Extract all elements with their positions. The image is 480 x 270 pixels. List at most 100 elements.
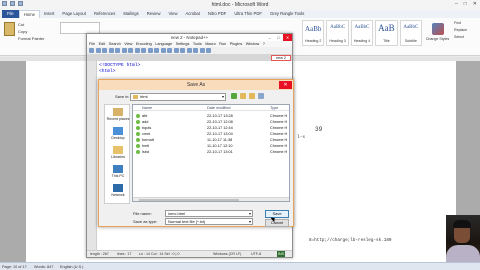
save-icon[interactable] (102, 48, 107, 53)
close-button[interactable]: ✕ (473, 1, 477, 7)
save-button[interactable]: Save (265, 210, 289, 218)
select-button[interactable]: Select (454, 34, 478, 41)
print-icon[interactable] (121, 48, 127, 53)
place-recent[interactable]: Recent places (105, 108, 131, 121)
notepad-close-button[interactable]: ✕ (283, 34, 292, 41)
maximize-button[interactable]: □ (464, 1, 467, 7)
tab-references[interactable]: References (90, 10, 119, 18)
place-libraries[interactable]: Libraries (105, 146, 131, 159)
open-file-icon[interactable] (95, 48, 101, 53)
style-heading-2[interactable]: AaBb Heading 2 (302, 20, 325, 46)
network-icon (113, 184, 123, 192)
notepad-maximize-button[interactable]: □ (274, 34, 283, 41)
tab-page-layout[interactable]: Page Layout (58, 10, 90, 18)
paste-icon[interactable] (141, 48, 146, 53)
change-styles-label: Change Styles (425, 37, 450, 41)
tab-ultra-thin-pdf[interactable]: Ultra Thin PDF (230, 10, 266, 18)
paste-icon[interactable] (4, 22, 15, 36)
style-subtitle[interactable]: AaBbC Subtitle (399, 20, 423, 46)
document-text: 8=http;//charge;lb-resleg-sk.180 (309, 238, 392, 243)
cut-button[interactable]: Cut (18, 22, 24, 27)
style-title[interactable]: AaB Title (375, 20, 398, 46)
style-heading-4[interactable]: AaBbC Heading 4 (350, 20, 374, 46)
place-this-pc[interactable]: This PC (105, 165, 131, 178)
chrome-html-file-icon (136, 144, 140, 148)
language-indicator[interactable]: English (U.S.) (60, 265, 83, 269)
word-count[interactable]: Words: 847 (34, 265, 53, 269)
column-name[interactable]: Name (142, 105, 152, 111)
up-folder-icon[interactable] (240, 93, 246, 99)
tab-grey-rangle-tools[interactable]: Grey Rangle Tools (266, 10, 308, 18)
folder-icon (133, 94, 138, 99)
chevron-down-icon: ▾ (221, 94, 224, 99)
column-type[interactable]: Type (270, 105, 278, 111)
replace-icon[interactable] (167, 48, 172, 53)
file-row[interactable]: lsbd 22-10-17 13:01 Chrome H (133, 149, 289, 155)
zoom-out-icon[interactable] (180, 48, 185, 53)
new-folder-icon[interactable] (249, 93, 255, 99)
new-file-icon[interactable] (89, 48, 94, 53)
column-date-modified[interactable]: Date modified (207, 105, 230, 111)
line-number-gutter (87, 61, 97, 252)
eol-indicator: Windows (CR LF) (213, 252, 242, 256)
replace-button[interactable]: Replace (454, 27, 478, 34)
file-date: 22-10-17 13:01 (207, 150, 233, 154)
style-name: Heading 4 (353, 39, 371, 43)
save-all-icon[interactable] (108, 48, 114, 53)
tab-nitro-pdf[interactable]: Nitro PDF (204, 10, 230, 18)
indent-guide-icon[interactable] (193, 48, 198, 53)
save-as-dialog: Save As ✕ Save in: html ▾ Recent places … (98, 79, 294, 227)
tab-mailings[interactable]: Mailings (119, 10, 142, 18)
dialog-close-button[interactable]: ✕ (279, 81, 292, 89)
save-in-dropdown[interactable]: html ▾ (130, 93, 226, 101)
clipboard-group: Cut Copy Format Painter (2, 20, 58, 54)
tab-file[interactable]: File (2, 10, 19, 18)
style-heading-3[interactable]: AaBbC Heading 3 (326, 20, 349, 46)
close-file-icon[interactable] (115, 48, 120, 53)
place-label: Desktop (111, 136, 125, 140)
chrome-html-file-icon (136, 132, 140, 136)
copy-button[interactable]: Copy (18, 29, 27, 34)
styles-gallery: AaBb Heading 2 AaBbC Heading 3 AaBbC Hea… (302, 20, 423, 54)
tab-acrobat[interactable]: Acrobat (181, 10, 203, 18)
horizontal-scrollbar[interactable] (133, 197, 289, 201)
style-name: Subtitle (404, 39, 417, 43)
chevron-down-icon[interactable]: ▾ (249, 211, 251, 216)
cut-icon[interactable] (128, 48, 133, 53)
record-macro-icon[interactable] (199, 48, 205, 53)
page-count[interactable]: Page: 10 of 17 (2, 265, 27, 269)
zoom-in-icon[interactable] (173, 48, 179, 53)
change-styles-button[interactable]: Change Styles (425, 20, 450, 54)
play-macro-icon[interactable] (206, 48, 211, 53)
format-painter-button[interactable]: Format Painter (18, 36, 44, 41)
chrome-html-file-icon (136, 138, 140, 142)
find-button[interactable]: Find (454, 20, 478, 27)
webcam-overlay (446, 215, 480, 262)
redo-icon[interactable] (154, 48, 159, 53)
minimize-button[interactable]: – (455, 1, 458, 7)
style-preview: AaBbC (403, 25, 419, 30)
wrap-icon[interactable] (186, 48, 192, 53)
view-menu-icon[interactable] (258, 93, 264, 99)
back-icon[interactable] (231, 93, 237, 99)
cursor-position: Ln : 14 Col : 14 Sel : 0 | 0 (139, 252, 180, 256)
place-network[interactable]: Network (105, 184, 131, 197)
style-preview: AaBbC (354, 25, 370, 30)
encoding-indicator: UTF-8 (251, 252, 262, 256)
word-window-title: html.doc - Microsoft Word (211, 2, 269, 8)
libraries-icon (113, 146, 123, 154)
cancel-button[interactable]: Cancel (265, 219, 289, 227)
file-name-field[interactable]: iomc.html ▾ (165, 210, 253, 217)
find-icon[interactable] (160, 48, 166, 53)
scrollbar-thumb[interactable] (139, 199, 239, 201)
tab-view[interactable]: View (164, 10, 181, 18)
editing-group: Find Replace Select (452, 20, 478, 54)
save-as-type-dropdown[interactable]: Normal text file (*.txt) ▾ (165, 218, 253, 225)
notepad-minimize-button[interactable]: – (265, 34, 274, 41)
undo-icon[interactable] (147, 48, 153, 53)
tab-insert[interactable]: Insert (40, 10, 58, 18)
place-desktop[interactable]: Desktop (105, 127, 131, 140)
tab-review[interactable]: Review (143, 10, 165, 18)
file-list[interactable]: Name Date modified Type abt 22-10-17 13:… (132, 104, 290, 202)
copy-icon[interactable] (134, 48, 140, 53)
